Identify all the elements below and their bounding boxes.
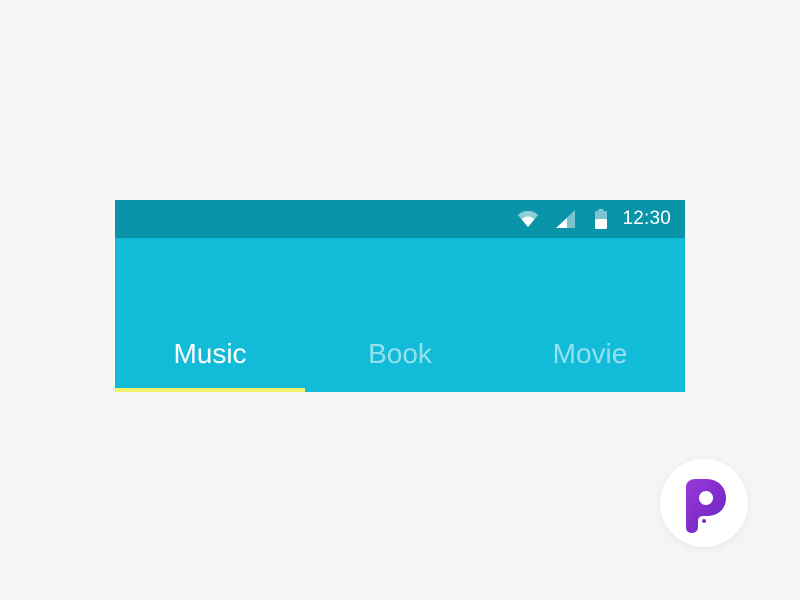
tab-bar: Music Book Movie [115, 332, 685, 392]
cellular-signal-icon [556, 210, 576, 228]
tab-movie-label: Movie [552, 338, 628, 369]
app-bar: 12:30 Music Book Movie [115, 200, 685, 392]
status-time: 12:30 [622, 208, 671, 229]
tab-music-label: Music [173, 338, 247, 369]
tab-book-label: Book [368, 338, 432, 369]
tab-movie[interactable]: Movie [495, 332, 685, 392]
status-bar: 12:30 [115, 200, 685, 238]
battery-icon [595, 209, 608, 229]
status-icons: 12:30 [518, 200, 671, 238]
app-logo [660, 459, 748, 547]
wifi-icon [518, 211, 539, 227]
canvas: 12:30 Music Book Movie [0, 0, 800, 600]
tab-book[interactable]: Book [305, 332, 495, 392]
p-logo-icon [686, 479, 726, 533]
tab-music[interactable]: Music [115, 332, 305, 392]
active-tab-indicator [115, 388, 305, 392]
